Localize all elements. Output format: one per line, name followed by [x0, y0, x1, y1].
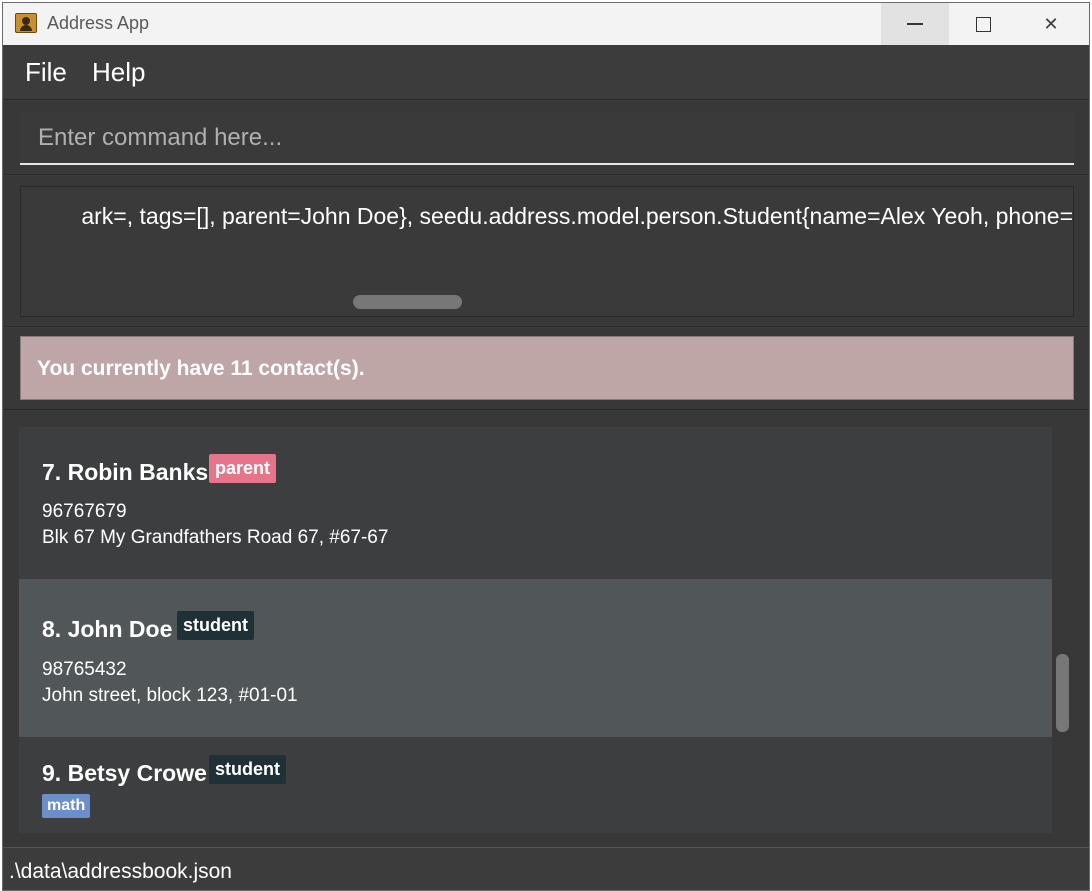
contact-name-text: Betsy Crowe — [67, 760, 207, 786]
contact-index: 8. — [42, 616, 62, 642]
command-box-panel — [3, 101, 1089, 175]
maximize-button[interactable] — [949, 3, 1017, 45]
menu-bar: File Help — [3, 45, 1089, 100]
app-window: Address App ✕ File Help ark=, tags=[], p… — [2, 2, 1090, 891]
menu-file[interactable]: File — [25, 57, 67, 88]
close-icon: ✕ — [1043, 13, 1059, 35]
maximize-icon — [975, 16, 991, 32]
result-display-panel: ark=, tags=[], parent=John Doe}, seedu.a… — [3, 176, 1089, 327]
command-input[interactable] — [20, 113, 1074, 165]
status-message: You currently have 11 contact(s). — [37, 357, 365, 380]
status-message-panel: You currently have 11 contact(s). — [3, 328, 1089, 410]
contact-index: 9. — [42, 760, 62, 786]
subject-tag: math — [42, 794, 91, 818]
vertical-scrollbar-thumb[interactable] — [1056, 654, 1069, 732]
contact-card-selected[interactable]: 8. John Doe student 98765432 John street… — [19, 579, 1052, 737]
address-book-icon — [15, 13, 37, 33]
close-button[interactable]: ✕ — [1017, 3, 1085, 45]
parent-tag: parent — [209, 454, 277, 483]
window-title: Address App — [47, 13, 150, 33]
contact-list-panel: 7. Robin Banks parent 96767679 Blk 67 My… — [3, 411, 1089, 847]
status-message-box: You currently have 11 contact(s). — [20, 336, 1074, 400]
result-display[interactable]: ark=, tags=[], parent=John Doe}, seedu.a… — [20, 186, 1074, 317]
contact-name-text: Robin Banks — [67, 459, 209, 485]
student-tag: student — [177, 611, 254, 640]
minimize-icon — [907, 23, 923, 25]
contact-card[interactable]: 9. Betsy Crowe student math — [19, 737, 1052, 833]
contact-card[interactable]: 7. Robin Banks parent 96767679 Blk 67 My… — [19, 427, 1052, 579]
status-bar: .\data\addressbook.json — [3, 847, 1089, 890]
contact-address: John street, block 123, #01-01 — [42, 685, 298, 706]
contact-phone: 98765432 — [42, 659, 127, 680]
file-path: .\data\addressbook.json — [9, 860, 232, 883]
horizontal-scrollbar[interactable] — [353, 295, 462, 309]
result-text: ark=, tags=[], parent=John Doe}, seedu.a… — [81, 203, 1073, 229]
title-bar[interactable]: Address App ✕ — [3, 3, 1089, 45]
student-tag: student — [209, 755, 286, 784]
contact-index: 7. — [42, 459, 62, 485]
contact-address: Blk 67 My Grandfathers Road 67, #67-67 — [42, 527, 389, 548]
menu-help[interactable]: Help — [92, 57, 145, 88]
contact-name: 7. Robin Banks — [42, 459, 208, 486]
contact-list[interactable]: 7. Robin Banks parent 96767679 Blk 67 My… — [19, 427, 1052, 833]
contact-name: 8. John Doe — [42, 616, 172, 643]
contact-name-text: John Doe — [67, 616, 173, 642]
contact-phone: 96767679 — [42, 501, 127, 522]
contact-name: 9. Betsy Crowe — [42, 760, 207, 787]
minimize-button[interactable] — [881, 3, 949, 45]
vertical-scrollbar-track[interactable] — [1055, 427, 1071, 833]
